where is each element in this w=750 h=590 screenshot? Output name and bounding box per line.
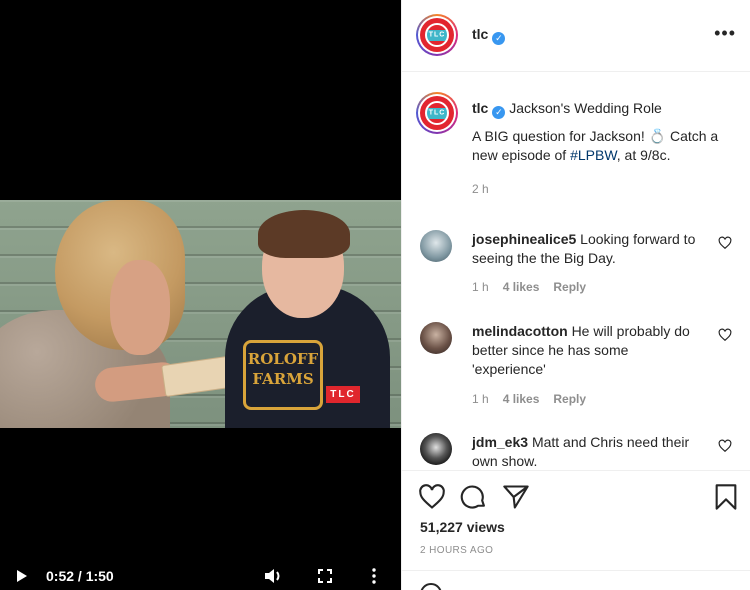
comment-bubble-icon[interactable] <box>460 483 488 511</box>
heart-icon[interactable] <box>718 236 732 250</box>
fullscreen-icon <box>318 569 332 583</box>
comment-item: melindacotton He will probably do better… <box>416 322 736 406</box>
more-options-button[interactable]: ••• <box>714 23 736 43</box>
comment-age[interactable]: 1 h <box>472 280 489 294</box>
tlc-logo-icon: TLC <box>420 96 454 130</box>
volume-button[interactable] <box>262 562 286 590</box>
video-more-button[interactable] <box>364 562 384 590</box>
time-display: 0:52 / 1:50 <box>46 568 114 584</box>
verified-badge-icon: ✓ <box>492 32 506 45</box>
reply-button[interactable]: Reply <box>553 280 586 294</box>
hoodie-print-text: ROLOFF FARMS <box>247 350 319 388</box>
post-actions: 51,227 views 2 HOURS AGO <box>402 470 750 590</box>
caption-age[interactable]: 2 h <box>472 179 737 199</box>
caption-avatar[interactable]: TLC <box>416 92 458 134</box>
hashtag-link[interactable]: #LPBW <box>570 147 617 163</box>
bookmark-icon[interactable] <box>712 483 740 511</box>
comment-username[interactable]: josephinealice5 <box>472 231 576 247</box>
fullscreen-button[interactable] <box>314 562 336 590</box>
post-header: TLC tlc ✓ ••• <box>402 0 750 72</box>
commenter-avatar[interactable] <box>420 433 452 465</box>
caption-username[interactable]: tlc <box>472 100 488 116</box>
account-username[interactable]: tlc <box>472 26 488 42</box>
play-button[interactable] <box>10 562 34 590</box>
heart-icon[interactable] <box>718 328 732 342</box>
comment-username[interactable]: melindacotton <box>472 323 568 339</box>
comment-username[interactable]: jdm_ek3 <box>472 434 528 450</box>
volume-icon <box>265 569 280 583</box>
caption-text: A BIG question for Jackson! 💍 Catch a ne… <box>472 128 719 163</box>
more-vertical-icon <box>372 568 376 584</box>
caption-title: Jackson's Wedding Role <box>509 100 662 116</box>
commenter-avatar[interactable] <box>420 230 452 262</box>
account-avatar[interactable]: TLC <box>416 14 458 56</box>
add-comment-bar[interactable] <box>402 570 750 590</box>
video-player[interactable]: ROLOFF FARMS TLC 0:52 / 1:50 <box>0 0 401 590</box>
posted-time[interactable]: 2 HOURS AGO <box>420 545 493 556</box>
commenter-avatar[interactable] <box>420 322 452 354</box>
comment-meta: 1 h 4 likes Reply <box>472 280 600 294</box>
comment-item: josephinealice5 Looking forward to seein… <box>416 230 736 294</box>
verified-badge-icon: ✓ <box>492 106 506 119</box>
like-heart-icon[interactable] <box>418 483 446 511</box>
post-sidebar: TLC tlc ✓ ••• TLC tlc ✓ Jackson's Wedding … <box>401 0 750 590</box>
share-send-icon[interactable] <box>502 483 530 511</box>
comment-meta: 1 h 4 likes Reply <box>472 392 600 406</box>
tlc-logo-icon: TLC <box>420 18 454 52</box>
video-controls: 0:52 / 1:50 <box>0 562 401 590</box>
tlc-watermark: TLC <box>326 386 360 403</box>
video-frame[interactable]: ROLOFF FARMS TLC <box>0 200 401 428</box>
comment-likes[interactable]: 4 likes <box>503 280 540 294</box>
woman-face <box>110 260 170 355</box>
heart-icon[interactable] <box>718 439 732 453</box>
more-horizontal-icon: ••• <box>714 23 736 43</box>
comment-age[interactable]: 1 h <box>472 392 489 406</box>
hoodie-print: ROLOFF FARMS <box>243 340 323 410</box>
child-hair <box>258 210 350 258</box>
reply-button[interactable]: Reply <box>553 392 586 406</box>
comment-likes[interactable]: 4 likes <box>503 392 540 406</box>
play-icon <box>17 570 27 582</box>
emoji-icon[interactable] <box>420 583 442 590</box>
views-count[interactable]: 51,227 views <box>420 519 505 535</box>
